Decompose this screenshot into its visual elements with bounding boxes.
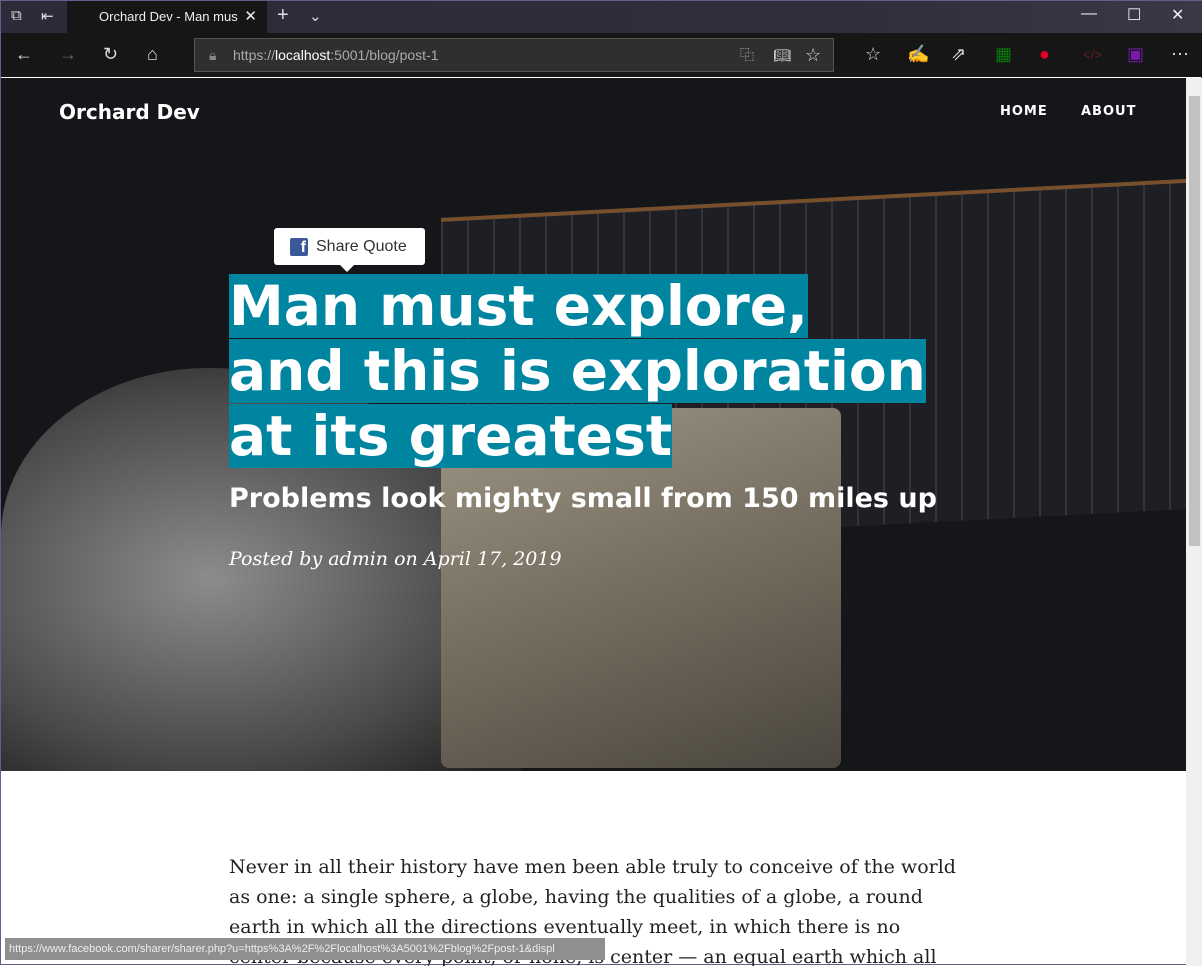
code-extension-icon[interactable]: </>: [1083, 47, 1102, 62]
web-page: Orchard Dev HOME ABOUT f Share Quote Man …: [1, 78, 1186, 966]
url-path: :5001/blog/post-1: [330, 47, 439, 63]
translate-icon[interactable]: ⿻: [740, 39, 754, 71]
url-prefix: https://: [233, 47, 276, 63]
tab-manager-icon[interactable]: ⧉: [11, 7, 22, 24]
minimize-icon[interactable]: —: [1081, 5, 1097, 23]
onenote-icon[interactable]: ▣: [1127, 44, 1144, 65]
url-host: localhost: [275, 47, 331, 63]
lock-icon: 🔒︎: [209, 47, 217, 63]
scrollbar-thumb[interactable]: [1189, 96, 1200, 546]
share-quote-button[interactable]: f Share Quote: [274, 228, 425, 272]
favorites-hub-icon[interactable]: ☆: [865, 44, 881, 65]
refresh-icon[interactable]: ↻: [103, 44, 118, 65]
post-meta: Posted by admin on April 17, 2019: [229, 548, 562, 570]
maximize-icon[interactable]: ☐: [1127, 5, 1141, 25]
extension-icon[interactable]: ▦: [995, 44, 1012, 65]
address-bar[interactable]: 🔒︎ https://localhost:5001/blog/post-1 ⿻ …: [194, 38, 834, 72]
back-icon[interactable]: ←: [15, 44, 33, 65]
pinterest-icon[interactable]: ●: [1039, 44, 1050, 65]
reading-view-icon[interactable]: 📖︎: [773, 39, 791, 71]
share-quote-label: Share Quote: [316, 238, 407, 255]
post-title: Man must explore, and this is exploratio…: [229, 274, 929, 469]
close-window-icon[interactable]: ✕: [1171, 5, 1184, 25]
add-favorite-icon[interactable]: ☆: [805, 39, 821, 71]
forward-icon[interactable]: →: [59, 44, 77, 65]
nav-about[interactable]: ABOUT: [1081, 104, 1136, 119]
share-icon[interactable]: ⇗: [951, 44, 966, 65]
new-tab-icon[interactable]: +: [277, 4, 289, 27]
post-title-selection: Man must explore, and this is exploratio…: [229, 274, 926, 468]
pen-notes-icon[interactable]: ✍: [907, 44, 929, 65]
post-subtitle: Problems look mighty small from 150 mile…: [229, 483, 937, 514]
title-bar: ⧉ ⇤ Orchard Dev - Man mus ✕ + ⌄ — ☐ ✕: [1, 1, 1202, 33]
site-brand[interactable]: Orchard Dev: [59, 100, 200, 124]
close-tab-icon[interactable]: ✕: [244, 1, 257, 33]
tab-preview-chevron-icon[interactable]: ⌄: [309, 7, 322, 25]
facebook-icon: f: [290, 238, 308, 256]
tab-active[interactable]: Orchard Dev - Man mus ✕: [67, 1, 267, 33]
hero-header: Orchard Dev HOME ABOUT f Share Quote Man …: [1, 78, 1186, 771]
nav-home[interactable]: HOME: [1000, 104, 1048, 119]
scrollbar[interactable]: [1186, 78, 1202, 966]
home-icon[interactable]: ⌂: [147, 44, 158, 65]
set-tabs-aside-icon[interactable]: ⇤: [41, 7, 54, 25]
more-icon[interactable]: ⋯: [1171, 44, 1189, 65]
tab-title: Orchard Dev - Man mus: [99, 9, 238, 24]
status-bar-url: https://www.facebook.com/sharer/sharer.p…: [5, 938, 605, 960]
